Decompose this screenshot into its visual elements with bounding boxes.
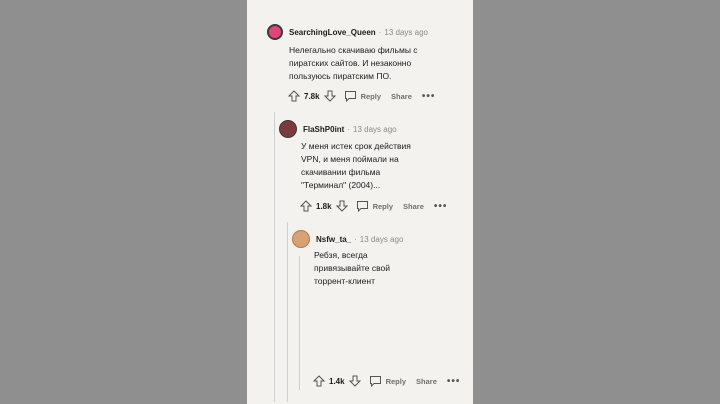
downvote-arrow-icon[interactable] [323,90,336,102]
comment-2-line: У меня истек срок действия [301,141,411,151]
upvote-arrow-icon[interactable] [288,90,300,102]
chat-bubble-icon [344,90,357,102]
comment-3-separator: · [354,234,357,244]
comment-2-body: У меня истек срок действия VPN, и меня п… [301,140,441,192]
snoo-avatar-icon[interactable] [292,230,310,248]
comment-2-header: FlaShP0int · 13 days ago [279,120,397,138]
reply-label: Reply [385,376,407,386]
comment-3-time[interactable]: 13 days ago [360,235,404,244]
reply-button[interactable]: Reply [356,200,393,212]
snoo-avatar-icon[interactable] [267,24,283,40]
comment-2-time[interactable]: 13 days ago [353,125,397,134]
downvote-arrow-icon[interactable] [348,375,361,387]
comment-1-time[interactable]: 13 days ago [384,28,428,37]
comment-1-body: Нелегально скачиваю фильмы с пиратских с… [289,44,429,83]
reply-label: Reply [360,91,382,101]
comment-3-line: торрент-клиент [314,276,375,286]
more-options-icon[interactable]: ••• [434,201,448,212]
comment-2-username[interactable]: FlaShP0int [303,125,344,134]
snoo-avatar-icon[interactable] [279,120,297,138]
comment-2-vote-count: 1.8k [316,201,332,211]
reply-button[interactable]: Reply [344,90,381,102]
comment-3-vote-count: 1.4k [329,376,345,386]
comment-2-line: "Терминал" (2004)... [301,180,381,190]
comment-2-separator: · [347,124,351,134]
upvote-arrow-icon[interactable] [313,375,325,387]
thread-line-level-3[interactable] [299,256,300,390]
reply-button[interactable]: Reply [369,375,406,387]
chat-bubble-icon [356,200,369,212]
comment-1-separator: · [378,27,382,37]
downvote-arrow-icon[interactable] [335,200,348,212]
comment-1-vote-count: 7.8k [304,91,320,101]
comment-3-line: привязывайте свой [314,263,391,273]
share-button[interactable]: Share [403,202,424,211]
comment-1-line: Нелегально скачиваю фильмы с [289,45,418,55]
chat-bubble-icon [369,375,382,387]
upvote-arrow-icon[interactable] [300,200,312,212]
thread-line-level-1[interactable] [274,112,275,402]
comment-2-actions: 1.8k Reply Share ••• [300,200,447,212]
comment-3-line: Ребзя, всегда [314,250,368,260]
comment-1-line: пиратских сайтов. И незаконно [289,58,412,68]
comment-1-header: SearchingLove_Queen · 13 days ago [267,24,428,40]
comment-3-body: Ребзя, всегда привязывайте свой торрент-… [314,249,454,288]
comment-thread-panel: SearchingLove_Queen · 13 days ago Нелега… [247,0,473,404]
comment-1-actions: 7.8k Reply Share ••• [288,90,435,102]
comment-3-actions: 1.4k Reply Share ••• [313,375,460,387]
more-options-icon[interactable]: ••• [422,91,436,102]
share-button[interactable]: Share [416,377,437,386]
comment-3-header: Nsfw_ta_ · 13 days ago [292,230,403,248]
thread-line-level-2[interactable] [287,222,288,402]
reply-label: Reply [372,201,394,211]
comment-2-line: VPN, и меня поймали на [301,154,399,164]
comment-3-username[interactable]: Nsfw_ta_ [316,235,351,244]
more-options-icon[interactable]: ••• [447,376,461,387]
share-button[interactable]: Share [391,92,412,101]
comment-2-line: скачивании фильма [301,167,381,177]
comment-1-username[interactable]: SearchingLove_Queen [289,28,376,37]
comment-1-line: пользуюсь пиратским ПО. [289,71,392,81]
